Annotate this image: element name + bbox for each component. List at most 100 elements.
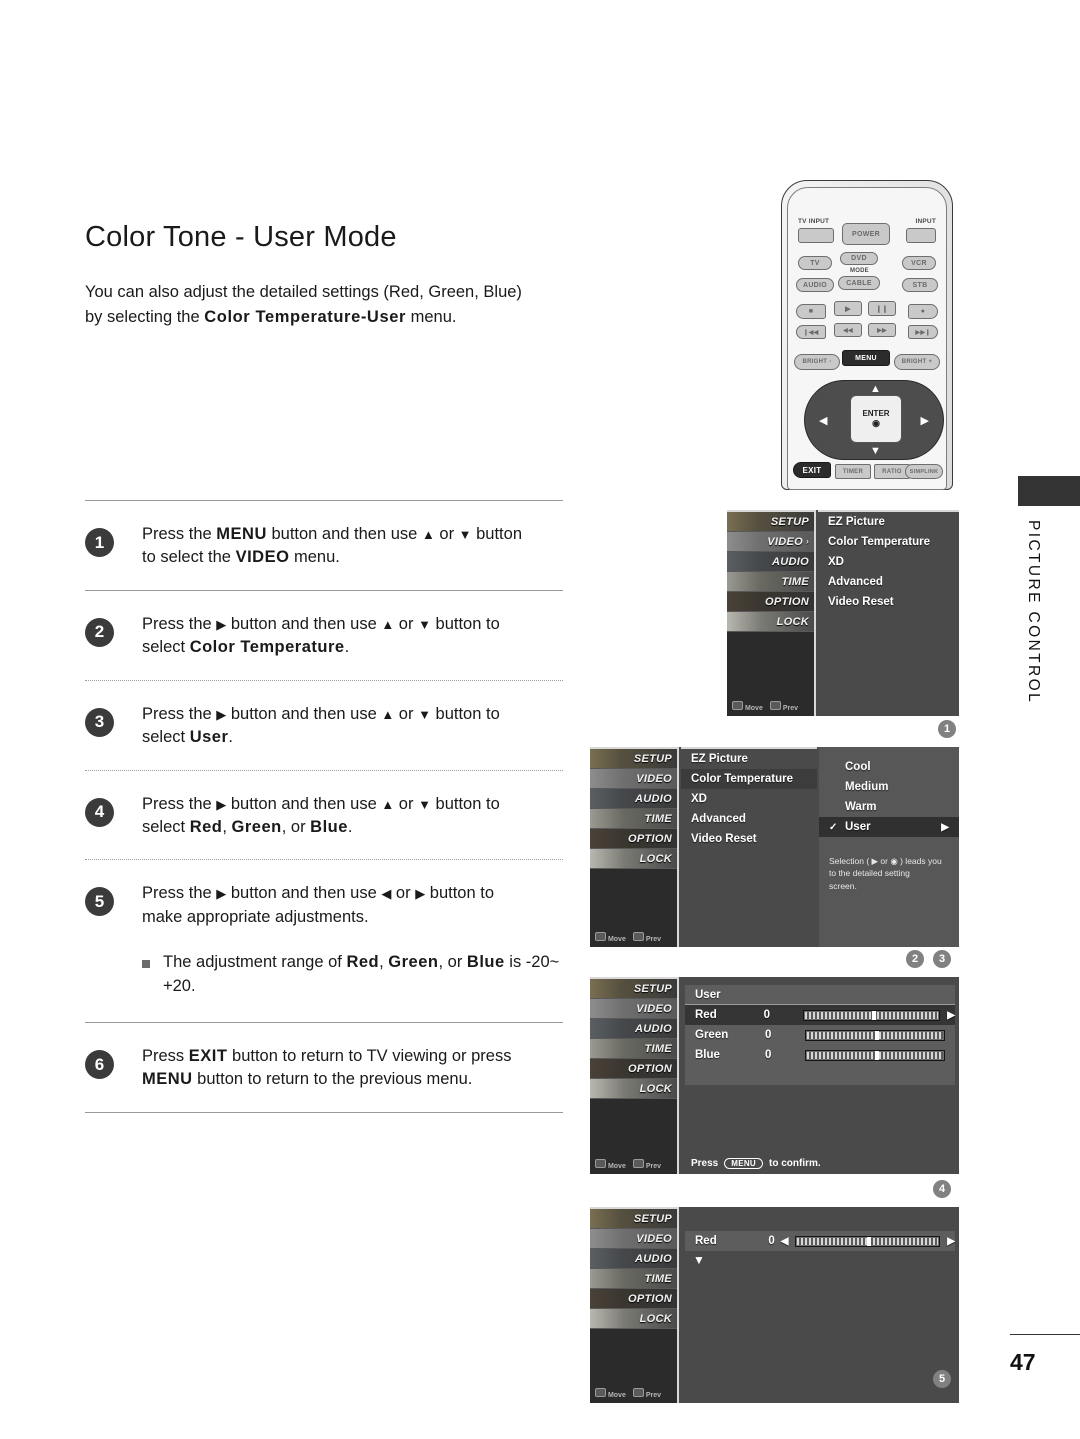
- timer-button[interactable]: TIMER: [835, 464, 871, 479]
- submenu-item-cool[interactable]: Cool: [819, 757, 959, 777]
- dvd-mode-button[interactable]: DVD: [840, 252, 878, 265]
- audio-mode-button[interactable]: AUDIO: [796, 278, 834, 292]
- sidebar-item-lock[interactable]: LOCK: [590, 1309, 677, 1329]
- slider-knob-red[interactable]: [871, 1010, 876, 1020]
- dpad-up-icon[interactable]: ▲: [870, 383, 881, 395]
- next-track-button[interactable]: ▶▶❙: [908, 325, 938, 339]
- menu-item-advanced[interactable]: Advanced: [818, 572, 959, 592]
- prev-hint: Prev: [632, 932, 661, 943]
- osd3-panel-title: User: [685, 985, 955, 1005]
- chevron-left-icon[interactable]: ◀: [781, 1236, 789, 1247]
- fast-forward-button[interactable]: ▶▶: [868, 323, 896, 337]
- sidebar-item-video[interactable]: VIDEO ›: [727, 532, 814, 552]
- menu-item-color-temperature[interactable]: Color Temperature: [818, 532, 959, 552]
- step3-t4: button to: [430, 704, 500, 723]
- step4-blue-key: Blue: [310, 817, 348, 836]
- slider-bar-blue[interactable]: [805, 1049, 945, 1061]
- vcr-mode-button[interactable]: VCR: [902, 256, 936, 270]
- bright-plus-button[interactable]: BRIGHT +: [894, 354, 940, 370]
- play-button[interactable]: ▶: [834, 301, 862, 316]
- dpad-left-icon[interactable]: ◀: [819, 414, 827, 427]
- step-item-6: 6 Press EXIT button to return to TV view…: [85, 1023, 565, 1112]
- sidebar-item-audio[interactable]: AUDIO: [590, 1249, 677, 1269]
- sidebar-item-option[interactable]: OPTION: [590, 1059, 677, 1079]
- dpad-right-icon[interactable]: ▶: [921, 414, 929, 427]
- menu-item-ez-picture[interactable]: EZ Picture: [818, 512, 959, 532]
- sidebar-item-setup[interactable]: SETUP: [590, 749, 677, 769]
- sidebar-item-lock[interactable]: LOCK: [590, 849, 677, 869]
- step-text-4: Press the ▶ button and then use ▲ or ▼ b…: [142, 793, 565, 840]
- power-button[interactable]: POWER: [842, 223, 890, 245]
- step-item-2: 2 Press the ▶ button and then use ▲ or ▼…: [85, 591, 565, 680]
- tv-input-label: TV INPUT: [798, 218, 830, 225]
- sidebar-item-audio[interactable]: AUDIO: [590, 789, 677, 809]
- menu-item-xd[interactable]: XD: [818, 552, 959, 572]
- step-text-5: Press the ▶ button and then use ◀ or ▶ b…: [142, 882, 565, 929]
- sidebar-item-time[interactable]: TIME: [590, 809, 677, 829]
- menu-button[interactable]: MENU: [842, 350, 890, 366]
- sidebar-item-lock[interactable]: LOCK: [590, 1079, 677, 1099]
- pause-button[interactable]: ❙❙: [868, 301, 896, 316]
- slider-knob-green[interactable]: [875, 1030, 879, 1040]
- submenu-item-medium[interactable]: Medium: [819, 777, 959, 797]
- tv-input-button[interactable]: [798, 228, 834, 243]
- slider-knob-red[interactable]: [867, 1236, 872, 1246]
- stb-mode-button[interactable]: STB: [902, 278, 938, 292]
- menu-item-advanced[interactable]: Advanced: [681, 809, 817, 829]
- sidebar-item-video[interactable]: VIDEO: [590, 999, 677, 1019]
- sidebar-item-option[interactable]: OPTION: [590, 829, 677, 849]
- menu-item-video-reset[interactable]: Video Reset: [681, 829, 817, 849]
- enter-button[interactable]: ENTER ◉: [850, 395, 902, 443]
- input-button[interactable]: [906, 228, 936, 243]
- slider-bar-green[interactable]: [805, 1029, 945, 1041]
- sidebar-item-lock[interactable]: LOCK: [727, 612, 814, 632]
- sidebar-item-time[interactable]: TIME: [590, 1039, 677, 1059]
- prev-track-button[interactable]: ❙◀◀: [796, 325, 826, 339]
- bright-minus-button[interactable]: BRIGHT -: [794, 354, 840, 370]
- note-blue-key: Blue: [466, 953, 505, 972]
- sidebar-item-time[interactable]: TIME: [727, 572, 814, 592]
- menu-item-color-temperature[interactable]: Color Temperature: [681, 769, 817, 789]
- submenu-item-user[interactable]: ✓ User ▶: [819, 817, 959, 837]
- sidebar-item-setup[interactable]: SETUP: [590, 1209, 677, 1229]
- menu-item-ez-picture[interactable]: EZ Picture: [681, 749, 817, 769]
- sidebar-item-option[interactable]: OPTION: [590, 1289, 677, 1309]
- osd2-hint-text: Selection ( ▶ or ◉ ) leads you to the de…: [829, 856, 942, 891]
- sidebar-item-video[interactable]: VIDEO: [590, 1229, 677, 1249]
- sidebar-item-audio[interactable]: AUDIO: [727, 552, 814, 572]
- down-caret-icon[interactable]: ▼: [693, 1253, 705, 1267]
- slider-row-green[interactable]: Green 0: [685, 1025, 955, 1045]
- simplink-button[interactable]: SIMPLINK: [905, 464, 943, 479]
- osd3-panel: User Red 0 ▶ Green 0 Blue 0 Press MENU t…: [681, 977, 959, 1174]
- stop-button[interactable]: ■: [796, 304, 826, 319]
- record-button[interactable]: ●: [908, 304, 938, 319]
- rewind-button[interactable]: ◀◀: [834, 323, 862, 337]
- cable-mode-button[interactable]: CABLE: [838, 276, 880, 290]
- sidebar-item-audio[interactable]: AUDIO: [590, 1019, 677, 1039]
- slider-bar-red[interactable]: [802, 1009, 941, 1021]
- navigation-dpad[interactable]: ▲ ▼ ◀ ▶ ENTER ◉: [804, 380, 944, 460]
- slider-bar-red[interactable]: [794, 1235, 941, 1247]
- submenu-item-warm[interactable]: Warm: [819, 797, 959, 817]
- sidebar-item-setup[interactable]: SETUP: [590, 979, 677, 999]
- osd-screenshot-4: SETUP VIDEO AUDIO TIME OPTION LOCK Move …: [590, 1207, 959, 1403]
- step5-t2: button and then use: [226, 884, 382, 903]
- sidebar-item-setup[interactable]: SETUP: [727, 512, 814, 532]
- chevron-right-icon[interactable]: ▶: [947, 1236, 955, 1247]
- slider-row-red-single[interactable]: Red 0 ◀ ▶: [685, 1231, 955, 1251]
- sidebar-item-option[interactable]: OPTION: [727, 592, 814, 612]
- step3-t1: Press the: [142, 704, 217, 723]
- sidebar-item-video[interactable]: VIDEO: [590, 769, 677, 789]
- slider-knob-blue[interactable]: [875, 1050, 879, 1060]
- dpad-down-icon[interactable]: ▼: [870, 445, 881, 457]
- chevron-right-icon[interactable]: ▶: [947, 1010, 955, 1021]
- menu-item-xd[interactable]: XD: [681, 789, 817, 809]
- menu-item-video-reset[interactable]: Video Reset: [818, 592, 959, 612]
- slider-row-blue[interactable]: Blue 0: [685, 1045, 955, 1065]
- step3-user-key: User: [189, 728, 229, 747]
- slider-row-red[interactable]: Red 0 ▶: [685, 1005, 955, 1025]
- note-red-key: Red: [346, 953, 380, 972]
- tv-mode-button[interactable]: TV: [798, 256, 832, 270]
- sidebar-item-time[interactable]: TIME: [590, 1269, 677, 1289]
- exit-button[interactable]: EXIT: [793, 462, 831, 478]
